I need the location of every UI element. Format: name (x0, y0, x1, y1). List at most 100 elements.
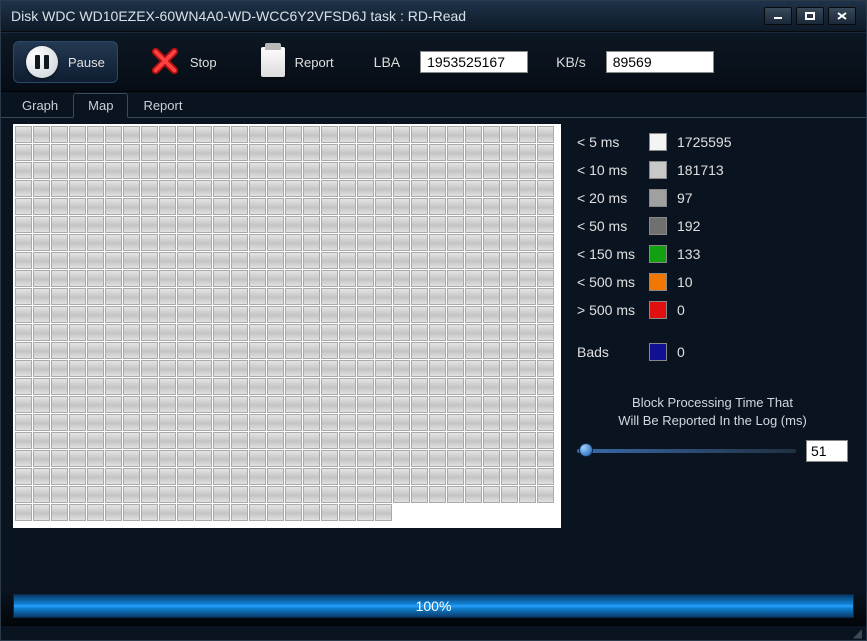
block-cell (321, 162, 338, 179)
block-cell (33, 270, 50, 287)
block-cell (339, 486, 356, 503)
block-cell (159, 486, 176, 503)
block-cell (357, 432, 374, 449)
block-cell (249, 504, 266, 521)
block-cell (15, 450, 32, 467)
block-cell (537, 288, 554, 305)
block-cell (141, 306, 158, 323)
block-cell (519, 180, 536, 197)
minimize-button[interactable] (764, 7, 792, 25)
block-cell (411, 216, 428, 233)
block-cell (87, 378, 104, 395)
window-title: Disk WDC WD10EZEX-60WN4A0-WD-WCC6Y2VFSD6… (11, 8, 466, 24)
block-cell (501, 126, 518, 143)
block-cell (69, 468, 86, 485)
block-cell (105, 324, 122, 341)
block-cell (141, 342, 158, 359)
maximize-button[interactable] (796, 7, 824, 25)
block-cell (465, 198, 482, 215)
block-cell (159, 126, 176, 143)
block-cell (33, 414, 50, 431)
block-cell (177, 468, 194, 485)
block-cell (303, 198, 320, 215)
block-cell (15, 144, 32, 161)
block-cell (195, 234, 212, 251)
pause-button[interactable]: Pause (13, 41, 118, 83)
legend-count: 10 (677, 274, 693, 290)
block-cell (339, 432, 356, 449)
block-cell (357, 288, 374, 305)
block-cell (267, 198, 284, 215)
block-cell (87, 234, 104, 251)
log-threshold-input[interactable] (806, 440, 848, 462)
block-cell (519, 342, 536, 359)
block-cell (249, 126, 266, 143)
block-cell (141, 270, 158, 287)
block-cell (447, 216, 464, 233)
block-cell (249, 198, 266, 215)
block-cell (69, 342, 86, 359)
block-cell (231, 504, 248, 521)
block-cell (105, 450, 122, 467)
tab-report[interactable]: Report (128, 93, 197, 118)
block-cell (411, 252, 428, 269)
block-cell (141, 324, 158, 341)
block-cell (465, 234, 482, 251)
block-cell (123, 342, 140, 359)
block-cell (195, 180, 212, 197)
block-cell (321, 198, 338, 215)
block-cell (429, 378, 446, 395)
block-cell (249, 324, 266, 341)
block-cell (69, 396, 86, 413)
stop-button[interactable]: Stop (138, 42, 229, 83)
block-cell (123, 396, 140, 413)
block-cell (483, 378, 500, 395)
tab-graph[interactable]: Graph (7, 93, 73, 118)
report-button[interactable]: Report (249, 43, 346, 81)
block-cell (213, 468, 230, 485)
block-cell (15, 270, 32, 287)
block-cell (123, 450, 140, 467)
legend-count: 0 (677, 302, 685, 318)
block-cell (267, 216, 284, 233)
block-cell (465, 216, 482, 233)
block-cell (303, 144, 320, 161)
block-cell (519, 126, 536, 143)
legend-row: < 150 ms133 (577, 240, 848, 268)
close-button[interactable] (828, 7, 856, 25)
block-cell (321, 252, 338, 269)
block-cell (105, 378, 122, 395)
block-cell (213, 342, 230, 359)
block-cell (195, 378, 212, 395)
block-cell (483, 216, 500, 233)
block-cell (411, 324, 428, 341)
block-cell (321, 180, 338, 197)
block-cell (465, 468, 482, 485)
block-cell (15, 198, 32, 215)
block-cell (51, 486, 68, 503)
block-cell (375, 252, 392, 269)
block-cell (429, 396, 446, 413)
block-cell (501, 198, 518, 215)
block-cell (267, 234, 284, 251)
block-cell (195, 126, 212, 143)
block-cell (429, 324, 446, 341)
block-cell (339, 234, 356, 251)
legend-label: < 5 ms (577, 134, 639, 150)
lba-input[interactable] (420, 51, 528, 73)
block-cell (375, 198, 392, 215)
kbs-input[interactable] (606, 51, 714, 73)
app-window: Disk WDC WD10EZEX-60WN4A0-WD-WCC6Y2VFSD6… (0, 0, 867, 641)
block-cell (321, 414, 338, 431)
block-cell (51, 342, 68, 359)
block-cell (195, 252, 212, 269)
tab-map[interactable]: Map (73, 93, 128, 118)
block-cell (87, 162, 104, 179)
block-cell (267, 432, 284, 449)
block-cell (15, 216, 32, 233)
block-cell (375, 306, 392, 323)
resize-grip-icon[interactable]: ◢ (853, 626, 862, 640)
block-cell (429, 198, 446, 215)
log-threshold-slider[interactable] (577, 449, 796, 453)
block-cell (195, 216, 212, 233)
